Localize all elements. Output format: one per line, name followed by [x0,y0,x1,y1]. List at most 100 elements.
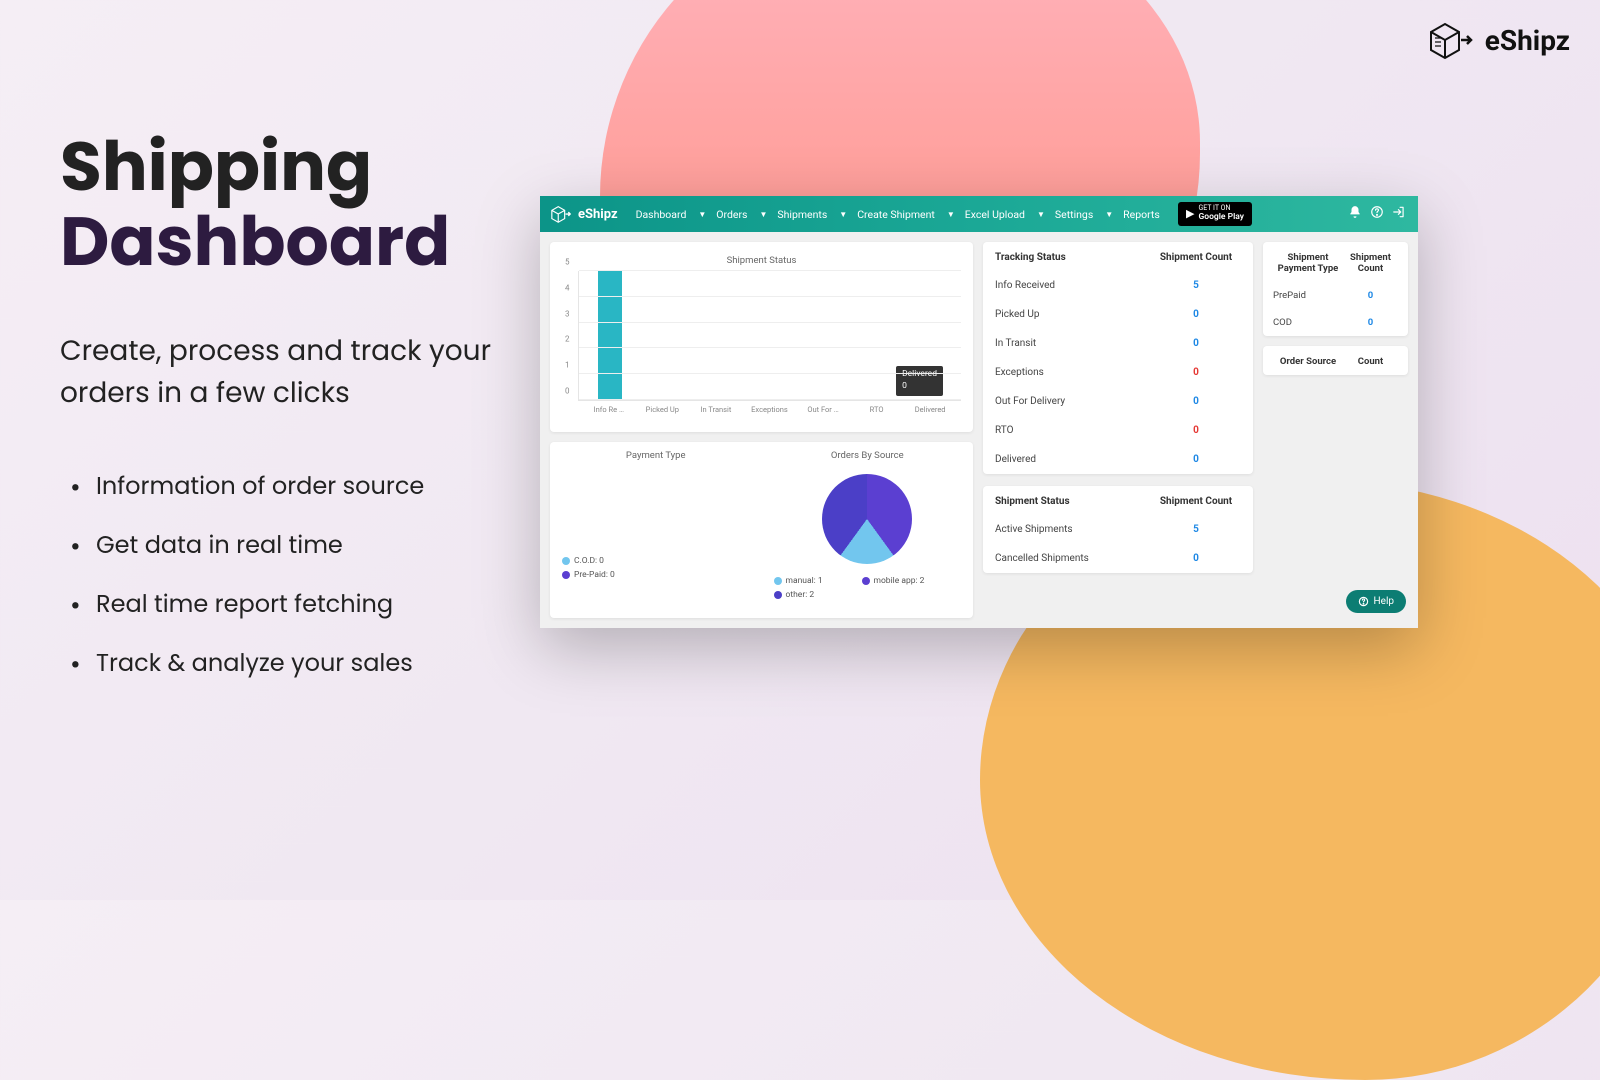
legend-label: C.O.D: 0 [574,556,604,566]
bar-label: Picked Up [642,405,682,414]
table-row[interactable]: Picked Up0 [983,300,1253,329]
legend-label: other: 2 [786,590,815,600]
shipment-status-table: Shipment Status Shipment Count Active Sh… [983,486,1253,573]
row-value: 0 [1151,396,1241,407]
legend-item: other: 2 [774,590,844,600]
legend-dot [562,557,570,565]
chart-title: Shipment Status [562,247,961,271]
legend-item: Pre-Paid: 0 [562,570,632,580]
tracking-status-table: Tracking Status Shipment Count Info Rece… [983,242,1253,474]
caret-down-icon[interactable]: ▼ [698,210,706,219]
tooltip-value: 0 [902,381,937,393]
feature-list: Information of order source Get data in … [60,469,530,681]
chart-title: Orders By Source [762,442,974,466]
legend-item: manual: 1 [774,576,844,586]
row-value: 0 [1343,290,1398,301]
brand-logo-corner: eShipz [1427,20,1570,60]
table-row[interactable]: In Transit0 [983,329,1253,358]
bell-icon[interactable] [1346,205,1364,223]
caret-down-icon[interactable]: ▼ [839,210,847,219]
bar-label: Delivered [910,405,950,414]
brand-text: eShipz [1485,24,1570,57]
legend-label: mobile app: 2 [874,576,925,586]
legend-dot [862,577,870,585]
feature-item: Information of order source [60,469,530,504]
row-value: 5 [1151,280,1241,291]
logout-icon[interactable] [1390,205,1408,223]
help-button[interactable]: Help [1346,590,1406,613]
chart-orders-by-source: Orders By Source manual: 1 mobile app: 2 o… [762,442,974,618]
tooltip-label: Delivered [902,369,937,381]
caret-down-icon[interactable]: ▼ [1105,210,1113,219]
nav-create-shipment[interactable]: Create Shipment [851,204,941,225]
bar[interactable] [598,271,622,400]
y-tick: 1 [565,361,570,370]
bar-label: Out For … [803,405,843,414]
table-row[interactable]: COD0 [1263,309,1408,336]
bar-label: In Transit [696,405,736,414]
marketing-copy: Shipping Dashboard Create, process and t… [60,130,530,705]
table-row[interactable]: Delivered0 [983,445,1253,474]
nav-shipments[interactable]: Shipments [771,204,833,225]
title-line2: Dashboard [60,194,450,289]
nav-orders[interactable]: Orders [710,204,753,225]
row-value: 0 [1151,425,1241,436]
legend-dot [562,571,570,579]
legend-label: manual: 1 [786,576,823,586]
row-label: In Transit [995,338,1151,349]
row-label: Cancelled Shipments [995,553,1151,564]
topbar-brand[interactable]: eShipz [550,204,618,224]
y-tick: 4 [565,283,570,292]
legend-item: mobile app: 2 [862,576,932,586]
feature-item: Get data in real time [60,528,530,563]
row-value: 0 [1151,553,1241,564]
row-value: 0 [1151,309,1241,320]
table-row[interactable]: Exceptions0 [983,358,1253,387]
th-shipment-count: Shipment Count [1151,496,1241,507]
feature-item: Real time report fetching [60,587,530,622]
th-payment-type: Shipment Payment Type [1273,252,1343,274]
table-row[interactable]: PrePaid0 [1263,282,1408,309]
table-row[interactable]: Active Shipments5 [983,515,1253,544]
nav-excel-upload[interactable]: Excel Upload [959,204,1031,225]
y-tick: 0 [565,387,570,396]
google-play-badge[interactable]: ▶ GET IT ON Google Play [1178,202,1252,225]
table-row[interactable]: Out For Delivery0 [983,387,1253,416]
row-label: Info Received [995,280,1151,291]
page-title: Shipping Dashboard [60,130,530,280]
chart-title: Payment Type [550,442,762,466]
bar-label: RTO [857,405,897,414]
payment-type-table: Shipment Payment Type Shipment Count Pre… [1263,242,1408,336]
table-row[interactable]: RTO0 [983,416,1253,445]
row-label: Exceptions [995,367,1151,378]
table-row[interactable]: Cancelled Shipments0 [983,544,1253,573]
order-source-table: Order Source Count [1263,346,1408,375]
chart-payment-type: Payment Type C.O.D: 0 Pre-Paid: 0 [550,442,762,618]
y-tick: 3 [565,309,570,318]
nav-settings[interactable]: Settings [1049,204,1099,225]
help-icon[interactable] [1368,205,1386,223]
nav-dashboard[interactable]: Dashboard [630,204,693,225]
row-label: RTO [995,425,1151,436]
row-label: PrePaid [1273,290,1343,301]
row-label: Active Shipments [995,524,1151,535]
subtitle: Create, process and track your orders in… [60,330,530,414]
legend-dot [774,591,782,599]
bar-label: Exceptions [749,405,789,414]
row-value: 0 [1151,367,1241,378]
row-value: 0 [1151,338,1241,349]
nav-reports[interactable]: Reports [1117,204,1166,225]
th-order-source: Order Source [1273,356,1343,367]
legend-item: C.O.D: 0 [562,556,632,566]
dashboard-content: Shipment Status Delivered 0 0 1 2 3 4 5 Info … [540,232,1418,628]
caret-down-icon[interactable]: ▼ [759,210,767,219]
row-value: 0 [1343,317,1398,328]
box-arrow-icon [550,204,572,224]
caret-down-icon[interactable]: ▼ [1037,210,1045,219]
legend-label: Pre-Paid: 0 [574,570,615,580]
th-tracking-status: Tracking Status [995,252,1151,263]
row-label: Picked Up [995,309,1151,320]
table-row[interactable]: Info Received5 [983,271,1253,300]
caret-down-icon[interactable]: ▼ [947,210,955,219]
y-tick: 2 [565,335,570,344]
